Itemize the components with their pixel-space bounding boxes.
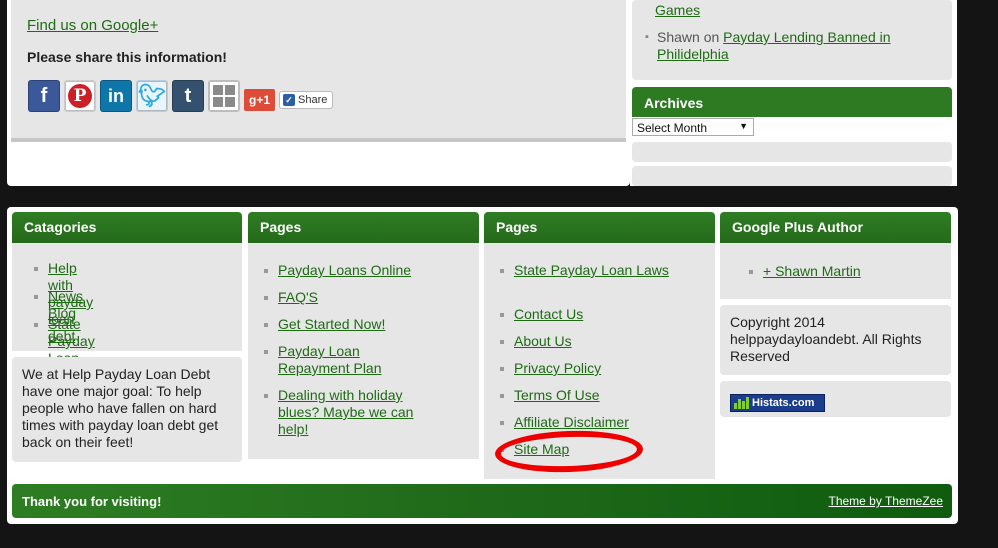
page-link[interactable]: Privacy Policy xyxy=(514,360,601,376)
share-title: Please share this information! xyxy=(27,49,227,65)
categories-header: Catagories xyxy=(12,212,242,243)
page-link[interactable]: Payday Loan Repayment Plan xyxy=(278,343,382,376)
list-item: Affiliate Disclaimer xyxy=(500,414,704,431)
about-widget: We at Help Payday Loan Debt have one maj… xyxy=(12,357,242,462)
archives-month-select[interactable]: Select Month ▼ xyxy=(632,118,754,136)
list-item: State Payday Loan Laws xyxy=(500,262,674,279)
histats-counter[interactable]: Histats.com xyxy=(730,394,825,412)
delicious-icon[interactable] xyxy=(208,80,240,112)
sidebar-empty-widget xyxy=(632,166,952,186)
sidebar-empty-widget xyxy=(632,142,952,162)
pinterest-icon[interactable]: P xyxy=(64,80,96,112)
thanks-text: Thank you for visiting! xyxy=(22,494,162,509)
share-buttons: f P in 🐦︎ t g+1 ✓ Share xyxy=(28,80,334,112)
facebook-icon[interactable]: f xyxy=(28,80,60,112)
recent-comments-widget: Games Shawn on Payday Lending Banned in … xyxy=(632,0,952,80)
theme-credit-link[interactable]: Theme by ThemeZee xyxy=(829,494,944,508)
page-link[interactable]: Get Started Now! xyxy=(278,316,385,332)
page-link[interactable]: Terms Of Use xyxy=(514,387,600,403)
histats-widget: Histats.com xyxy=(720,381,951,417)
page-link[interactable]: Contact Us xyxy=(514,306,583,322)
main-content-panel: Find us on Google+ Please share this inf… xyxy=(7,0,630,186)
list-item: Contact Us xyxy=(500,306,704,323)
page-link[interactable]: Payday Loans Online xyxy=(278,262,411,278)
page-link[interactable]: State Payday Loan Laws xyxy=(514,262,669,278)
comment-on-word: on xyxy=(703,29,720,45)
list-item: Privacy Policy xyxy=(500,360,704,377)
recent-comment-item: Shawn on Payday Lending Banned in Philid… xyxy=(645,29,947,63)
page-link[interactable]: About Us xyxy=(514,333,572,349)
histats-label: Histats.com xyxy=(752,397,815,409)
google-plus-one-button[interactable]: g+1 xyxy=(244,89,276,111)
page-link[interactable]: Dealing with holiday blues? Maybe we can… xyxy=(278,387,413,437)
google-plus-author-header: Google Plus Author xyxy=(720,212,951,243)
bar-chart-icon xyxy=(734,397,749,409)
copyright-widget: Copyright 2014 helppaydayloandebt. All R… xyxy=(720,305,951,375)
list-item: Get Started Now! xyxy=(264,316,468,333)
list-item: Terms Of Use xyxy=(500,387,704,404)
list-item: Payday Loan Repayment Plan xyxy=(264,343,404,377)
share-icon: ✓ xyxy=(283,94,296,106)
archives-header: Archives xyxy=(632,87,952,117)
copyright-text: Copyright 2014 helppaydayloandebt. All R… xyxy=(730,314,922,364)
tumblr-icon[interactable]: t xyxy=(172,80,204,112)
pages-widget: Payday Loans Online FAQ'S Get Started No… xyxy=(248,243,479,459)
recent-comment-link-tail[interactable]: Games xyxy=(655,2,700,18)
share-section: Find us on Google+ Please share this inf… xyxy=(11,0,626,142)
footer-bar: Thank you for visiting! Theme by ThemeZe… xyxy=(12,484,952,518)
list-item: About Us xyxy=(500,333,704,350)
top-sidebar: Games Shawn on Payday Lending Banned in … xyxy=(630,0,957,186)
archives-select-value: Select Month xyxy=(637,121,708,135)
find-us-google-plus-link[interactable]: Find us on Google+ xyxy=(27,17,158,34)
footer-widgets: Catagories Help with payday loan debt Ne… xyxy=(7,207,958,524)
about-text: We at Help Payday Loan Debt have one maj… xyxy=(22,366,219,450)
twitter-icon[interactable]: 🐦︎ xyxy=(136,80,168,112)
categories-widget: Help with payday loan debt News Blog Sta… xyxy=(12,243,242,383)
share-button-label: Share xyxy=(298,94,328,106)
author-link[interactable]: + Shawn Martin xyxy=(763,263,861,279)
linkedin-icon[interactable]: in xyxy=(100,80,132,112)
pages-header: Pages xyxy=(248,212,479,243)
list-item: + Shawn Martin xyxy=(749,263,943,280)
list-item: FAQ'S xyxy=(264,289,468,306)
pages-header: Pages xyxy=(484,212,715,243)
chevron-down-icon: ▼ xyxy=(739,121,748,131)
comment-author: Shawn xyxy=(657,29,700,45)
author-widget: + Shawn Martin xyxy=(720,243,951,299)
share-button[interactable]: ✓ Share xyxy=(279,91,334,109)
list-item: Payday Loans Online xyxy=(264,262,468,279)
list-item: Dealing with holiday blues? Maybe we can… xyxy=(264,387,430,438)
page-link[interactable]: Affiliate Disclaimer xyxy=(514,414,629,430)
page-link[interactable]: FAQ'S xyxy=(278,289,318,305)
